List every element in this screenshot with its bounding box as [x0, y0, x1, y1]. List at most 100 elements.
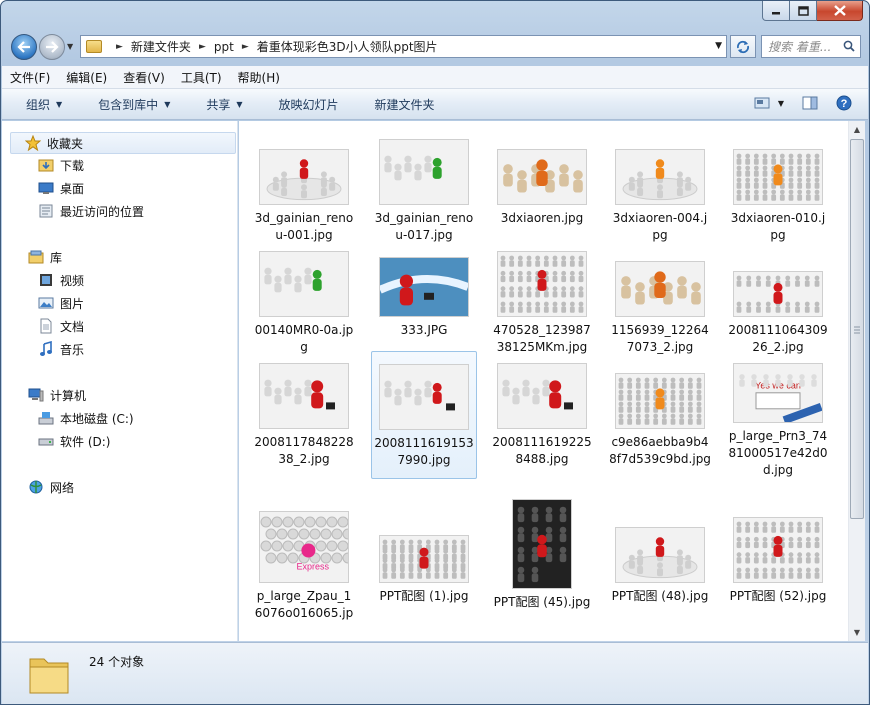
file-name: c9e86aebba9b48f7d539c9bd.jpg — [609, 435, 711, 466]
nav-downloads[interactable]: 下载 — [38, 155, 84, 175]
breadcrumb-item[interactable]: 着重体现彩色3D小人领队ppt图片 — [257, 38, 438, 55]
breadcrumb-item[interactable]: ppt — [214, 40, 234, 54]
address-history-dropdown[interactable]: ▼ — [715, 41, 722, 51]
nav-recent-places[interactable]: 最近访问的位置 — [38, 201, 144, 221]
minimize-icon — [772, 11, 780, 14]
nav-videos-label: 视频 — [60, 273, 85, 288]
nav-network-label: 网络 — [50, 480, 75, 495]
file-thumbnail — [733, 149, 823, 205]
file-item[interactable]: 200811106430926_2.jpg — [725, 239, 831, 367]
file-item[interactable]: 200811784822838_2.jpg — [251, 351, 357, 479]
close-button[interactable] — [817, 1, 863, 21]
file-item[interactable]: c9e86aebba9b48f7d539c9bd.jpg — [607, 351, 713, 479]
file-thumbnail — [733, 271, 823, 317]
nav-network[interactable]: 网络 — [28, 477, 74, 497]
file-item[interactable]: 3dxiaoren.jpg — [489, 127, 595, 255]
nav-libraries[interactable]: 库 — [28, 247, 62, 267]
menu-tools[interactable]: 工具(T) — [173, 69, 230, 86]
nav-drive-c[interactable]: 本地磁盘 (C:) — [38, 408, 134, 428]
nav-videos[interactable]: 视频 — [38, 270, 84, 290]
file-item[interactable]: 20081116192258488.jpg — [489, 351, 595, 479]
address-bar[interactable]: ► 新建文件夹 ► ppt ► 着重体现彩色3D小人领队ppt图片 ▼ — [80, 35, 727, 58]
search-icon[interactable] — [843, 40, 855, 52]
file-item[interactable]: 3dxiaoren-004.jpg — [607, 127, 713, 255]
nav-libraries-label: 库 — [50, 250, 63, 265]
scroll-up-arrow[interactable]: ▲ — [849, 121, 865, 138]
refresh-button[interactable] — [730, 35, 756, 58]
nav-pictures[interactable]: 图片 — [38, 293, 84, 313]
menu-help[interactable]: 帮助(H) — [230, 69, 288, 86]
back-button[interactable] — [11, 34, 37, 60]
file-name: 3dxiaoren.jpg — [500, 211, 584, 225]
arrow-right-icon — [46, 41, 59, 53]
nav-documents[interactable]: 文档 — [38, 316, 84, 336]
change-view-button[interactable]: ▼ — [754, 97, 784, 109]
nav-drive-c-label: 本地磁盘 (C:) — [60, 411, 134, 426]
file-item[interactable]: PPT配图 (48).jpg — [607, 505, 713, 633]
breadcrumb-separator[interactable]: ► — [242, 42, 249, 52]
file-thumbnail: Express — [259, 511, 349, 583]
nav-drive-d-label: 软件 (D:) — [60, 434, 111, 449]
nav-computer-label: 计算机 — [50, 388, 87, 403]
breadcrumb-separator[interactable]: ► — [199, 42, 206, 52]
library-icon — [28, 250, 44, 264]
close-icon — [833, 5, 846, 16]
downloads-folder-icon — [38, 159, 54, 172]
file-thumbnail — [259, 363, 349, 429]
slideshow-button[interactable]: 放映幻灯片 — [255, 96, 351, 113]
file-item[interactable]: 470528_12398738125MKm.jpg — [489, 239, 595, 367]
chevron-down-icon: ▼ — [56, 99, 63, 109]
file-item[interactable]: Express p_large_Zpau_16076o016065.jp — [251, 505, 357, 633]
arrow-left-icon — [17, 41, 30, 53]
nav-favorites-label: 收藏夹 — [47, 136, 84, 151]
menu-edit[interactable]: 编辑(E) — [58, 69, 115, 86]
music-icon — [40, 341, 52, 356]
nav-computer[interactable]: 计算机 — [28, 385, 86, 405]
caption-buttons — [762, 1, 863, 21]
nav-desktop[interactable]: 桌面 — [38, 178, 84, 198]
computer-icon — [28, 388, 44, 402]
file-item[interactable]: PPT配图 (45).jpg — [489, 499, 595, 633]
file-item[interactable]: "Yes we can" p_large_Prn3_7481000517e42d0… — [725, 351, 831, 479]
new-folder-button[interactable]: 新建文件夹 — [351, 96, 447, 113]
file-list: 3d_gainian_renou-001.jpg 3d_gainian_renou… — [239, 121, 848, 641]
file-name: 333.JPG — [400, 323, 448, 337]
maximize-button[interactable] — [790, 1, 817, 21]
file-item[interactable]: 00140MR0-0a.jpg — [251, 239, 357, 367]
nav-music[interactable]: 音乐 — [38, 339, 84, 359]
minimize-button[interactable] — [762, 1, 790, 21]
svg-text:?: ? — [841, 98, 848, 110]
file-thumbnail: "Yes we can" — [733, 363, 823, 423]
forward-button[interactable] — [39, 34, 65, 60]
file-item[interactable]: 333.JPG — [371, 239, 477, 367]
organize-button[interactable]: 组织 ▼ — [2, 96, 74, 113]
nav-drive-d[interactable]: 软件 (D:) — [38, 431, 110, 451]
search-input[interactable]: 搜索 着重... — [761, 35, 861, 58]
file-thumbnail — [259, 149, 349, 205]
preview-pane-icon[interactable] — [802, 96, 818, 110]
scrollbar-thumb[interactable] — [850, 139, 864, 519]
nav-recent-places-label: 最近访问的位置 — [60, 204, 145, 219]
share-button[interactable]: 共享 ▼ — [182, 96, 254, 113]
recent-pages-dropdown[interactable]: ▼ — [67, 42, 73, 51]
organize-label: 组织 — [26, 97, 51, 112]
nav-downloads-label: 下载 — [60, 158, 85, 173]
nav-favorites[interactable]: 收藏夹 — [10, 132, 236, 154]
breadcrumb-item[interactable]: 新建文件夹 — [131, 38, 191, 55]
help-icon[interactable]: ? — [836, 95, 852, 111]
network-icon — [29, 480, 43, 494]
file-item[interactable]: 3d_gainian_renou-001.jpg — [251, 127, 357, 255]
include-in-library-button[interactable]: 包含到库中 ▼ — [74, 96, 182, 113]
file-item[interactable]: PPT配图 (52).jpg — [725, 505, 831, 633]
file-item[interactable]: 1156939_122647073_2.jpg — [607, 239, 713, 367]
scroll-down-arrow[interactable]: ▼ — [849, 624, 865, 641]
file-item[interactable]: 3dxiaoren-010.jpg — [725, 127, 831, 255]
menu-file[interactable]: 文件(F) — [2, 69, 58, 86]
menu-view[interactable]: 查看(V) — [115, 69, 173, 86]
chevron-down-icon: ▼ — [236, 99, 243, 109]
file-item[interactable]: 3d_gainian_renou-017.jpg — [371, 127, 477, 255]
breadcrumb-separator[interactable]: ► — [116, 42, 123, 52]
file-item[interactable]: PPT配图 (1).jpg — [371, 505, 477, 633]
file-item[interactable]: 2008111619153 7990.jpg — [371, 351, 477, 479]
vertical-scrollbar[interactable]: ▲ ▼ — [848, 121, 865, 641]
